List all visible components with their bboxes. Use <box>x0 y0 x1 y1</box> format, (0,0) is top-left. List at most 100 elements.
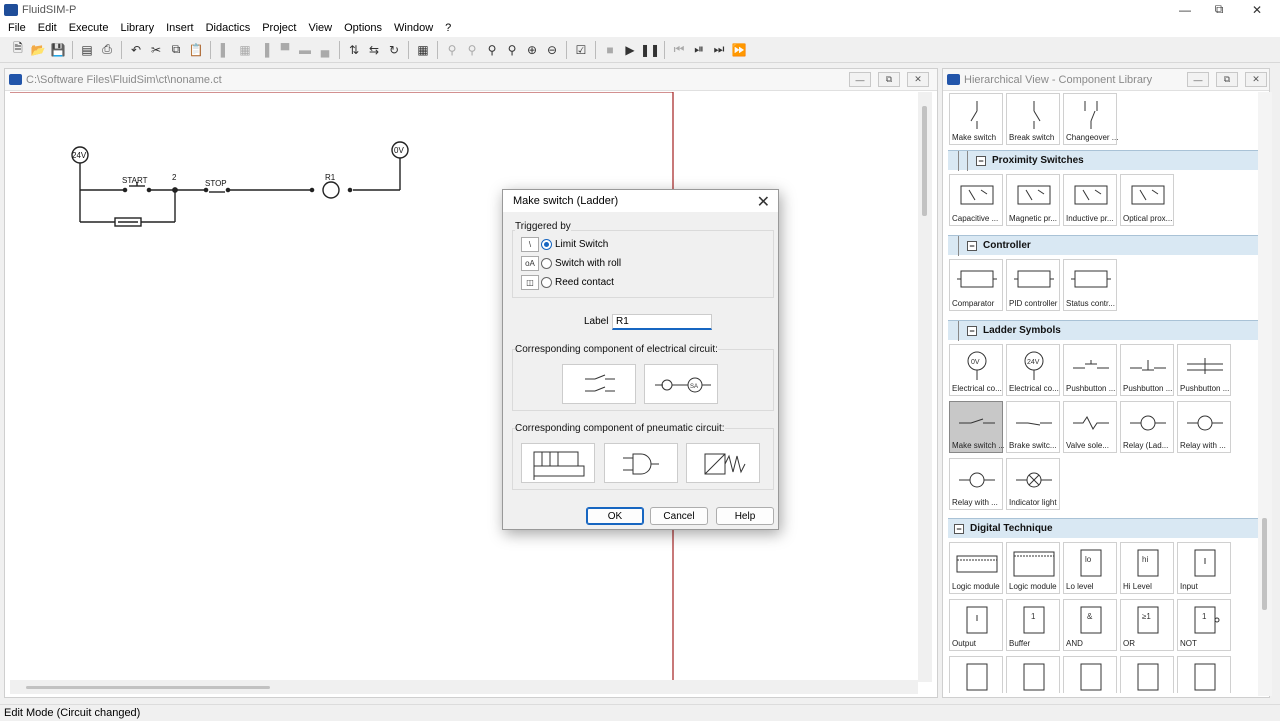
restore-icon[interactable]: ⧉ <box>1200 0 1238 19</box>
copy-icon[interactable]: ⧉ <box>166 40 186 60</box>
flip-icon[interactable]: ⇅ <box>344 40 364 60</box>
cancel-button[interactable]: Cancel <box>650 507 708 525</box>
scroll-thumb[interactable] <box>1262 518 1267 610</box>
category-proximity-switches[interactable]: − Proximity Switches <box>948 150 1258 171</box>
lib-gate-partial[interactable] <box>1063 656 1117 693</box>
fast-forward-icon[interactable]: ⏩ <box>729 40 749 60</box>
lib-make-switch-ladder[interactable]: Make switch ... <box>949 401 1004 453</box>
circuit-canvas[interactable]: 24V 0V START 2 STOP R1 <box>10 91 918 682</box>
menu-options[interactable]: Options <box>338 22 388 34</box>
zoom-fit-icon[interactable]: ⚲ <box>482 40 502 60</box>
lib-break-switch-ladder[interactable]: Brake switc... <box>1006 401 1060 453</box>
minimize-icon[interactable]: — <box>849 72 871 87</box>
undo-icon[interactable]: ↶ <box>126 40 146 60</box>
mirror-icon[interactable]: ⇆ <box>364 40 384 60</box>
radio-button[interactable] <box>541 258 552 269</box>
radio-button-selected[interactable] <box>541 239 552 250</box>
align-middle-icon[interactable]: ▬ <box>295 40 315 60</box>
align-bottom-icon[interactable]: ▄ <box>315 40 335 60</box>
stop-icon[interactable]: ■ <box>600 40 620 60</box>
collapse-icon[interactable]: − <box>967 325 977 336</box>
menu-library[interactable]: Library <box>114 22 160 34</box>
play-icon[interactable]: ▶ <box>620 40 640 60</box>
category-controller[interactable]: − Controller <box>948 235 1258 256</box>
restore-icon[interactable]: ⧉ <box>1216 72 1238 87</box>
lib-status-controller[interactable]: Status contr... <box>1063 259 1117 311</box>
lib-magnetic-proximity[interactable]: Magnetic pr... <box>1006 174 1060 226</box>
align-left-icon[interactable]: ▌ <box>215 40 235 60</box>
lib-gate-partial[interactable] <box>1177 656 1231 693</box>
lib-relay-with-delay-2[interactable]: Relay with ... <box>949 458 1003 510</box>
scroll-thumb[interactable] <box>922 106 927 216</box>
zoom-out-icon[interactable]: ⊖ <box>542 40 562 60</box>
lib-indicator-light[interactable]: Indicator light <box>1006 458 1060 510</box>
lib-gate-partial[interactable] <box>1120 656 1174 693</box>
print-icon[interactable]: ⎙ <box>97 40 117 60</box>
radio-limit-switch[interactable]: Limit Switch <box>541 239 608 250</box>
lib-comparator[interactable]: Comparator <box>949 259 1003 311</box>
pneumatic-converter-preview[interactable] <box>686 443 760 483</box>
radio-switch-with-roll[interactable]: Switch with roll <box>541 258 621 269</box>
library-vertical-scrollbar[interactable] <box>1258 92 1272 696</box>
print-preview-icon[interactable]: ▤ <box>77 40 97 60</box>
lib-changeover-switch[interactable]: Changeover ... <box>1063 93 1118 145</box>
electrical-relay-preview[interactable]: SA <box>644 364 718 404</box>
circuit-horizontal-scrollbar[interactable] <box>10 680 918 694</box>
lib-pushbutton-2[interactable]: Pushbutton ... <box>1120 344 1174 396</box>
menu-project[interactable]: Project <box>256 22 302 34</box>
minimize-icon[interactable]: — <box>1187 72 1209 87</box>
menu-edit[interactable]: Edit <box>32 22 63 34</box>
collapse-icon[interactable]: − <box>976 155 986 166</box>
lib-and-gate[interactable]: & AND <box>1063 599 1117 651</box>
scroll-thumb[interactable] <box>26 686 270 689</box>
grid-icon[interactable]: ▦ <box>413 40 433 60</box>
zoom-in-icon[interactable]: ⊕ <box>522 40 542 60</box>
close-icon[interactable]: ✕ <box>1238 0 1276 19</box>
reset-icon[interactable]: ⏮ <box>669 40 689 60</box>
lib-or-gate[interactable]: ≥1 OR <box>1120 599 1174 651</box>
help-button[interactable]: Help <box>716 507 774 525</box>
menu-didactics[interactable]: Didactics <box>200 22 257 34</box>
category-digital-technique[interactable]: − Digital Technique <box>948 518 1258 538</box>
lib-lo-level[interactable]: lo Lo level <box>1063 542 1117 594</box>
open-folder-icon[interactable]: 📂 <box>28 40 48 60</box>
lib-relay-with-delay-1[interactable]: Relay with ... <box>1177 401 1231 453</box>
step-forward-icon[interactable]: ⏭ <box>709 40 729 60</box>
lib-make-switch[interactable]: Make switch <box>949 93 1003 145</box>
lib-valve-solenoid[interactable]: Valve sole... <box>1063 401 1117 453</box>
menu-window[interactable]: Window <box>388 22 439 34</box>
menu-view[interactable]: View <box>302 22 338 34</box>
lib-pid-controller[interactable]: PID controller <box>1006 259 1060 311</box>
lib-inductive-proximity[interactable]: Inductive pr... <box>1063 174 1117 226</box>
zoom-all-icon[interactable]: ⚲ <box>502 40 522 60</box>
step-icon[interactable]: ⏯ <box>689 40 709 60</box>
ok-button[interactable]: OK <box>586 507 644 525</box>
align-right-icon[interactable]: ▐ <box>255 40 275 60</box>
lib-gate-partial[interactable] <box>1006 656 1060 693</box>
label-input[interactable]: R1 <box>612 314 712 330</box>
new-file-icon[interactable]: 🗎 <box>8 40 28 60</box>
menu-execute[interactable]: Execute <box>63 22 115 34</box>
restore-icon[interactable]: ⧉ <box>878 72 900 87</box>
lib-logic-module-1[interactable]: Logic module <box>949 542 1003 594</box>
cut-icon[interactable]: ✂ <box>146 40 166 60</box>
pneumatic-sensor-preview[interactable] <box>604 443 678 483</box>
lib-hi-level[interactable]: hi Hi Level <box>1120 542 1174 594</box>
electrical-contact-preview[interactable] <box>562 364 636 404</box>
pause-icon[interactable]: ❚❚ <box>640 40 660 60</box>
close-icon[interactable]: ✕ <box>1245 72 1267 87</box>
paste-icon[interactable]: 📋 <box>186 40 206 60</box>
lib-electrical-connection-24v[interactable]: 24V Electrical co... <box>1006 344 1060 396</box>
lib-logic-module-2[interactable]: Logic module <box>1006 542 1060 594</box>
lib-capacitive-proximity[interactable]: Capacitive ... <box>949 174 1003 226</box>
menu-insert[interactable]: Insert <box>160 22 200 34</box>
close-icon[interactable]: ✕ <box>757 192 770 212</box>
menu-file[interactable]: File <box>2 22 32 34</box>
lib-pushbutton-3[interactable]: Pushbutton ... <box>1177 344 1231 396</box>
pneumatic-valve-preview[interactable] <box>521 443 595 483</box>
zoom-previous-icon[interactable]: ⚲ <box>462 40 482 60</box>
category-ladder-symbols[interactable]: − Ladder Symbols <box>948 320 1258 341</box>
lib-not-gate[interactable]: 1 NOT <box>1177 599 1231 651</box>
close-icon[interactable]: ✕ <box>907 72 929 87</box>
check-icon[interactable]: ☑ <box>571 40 591 60</box>
